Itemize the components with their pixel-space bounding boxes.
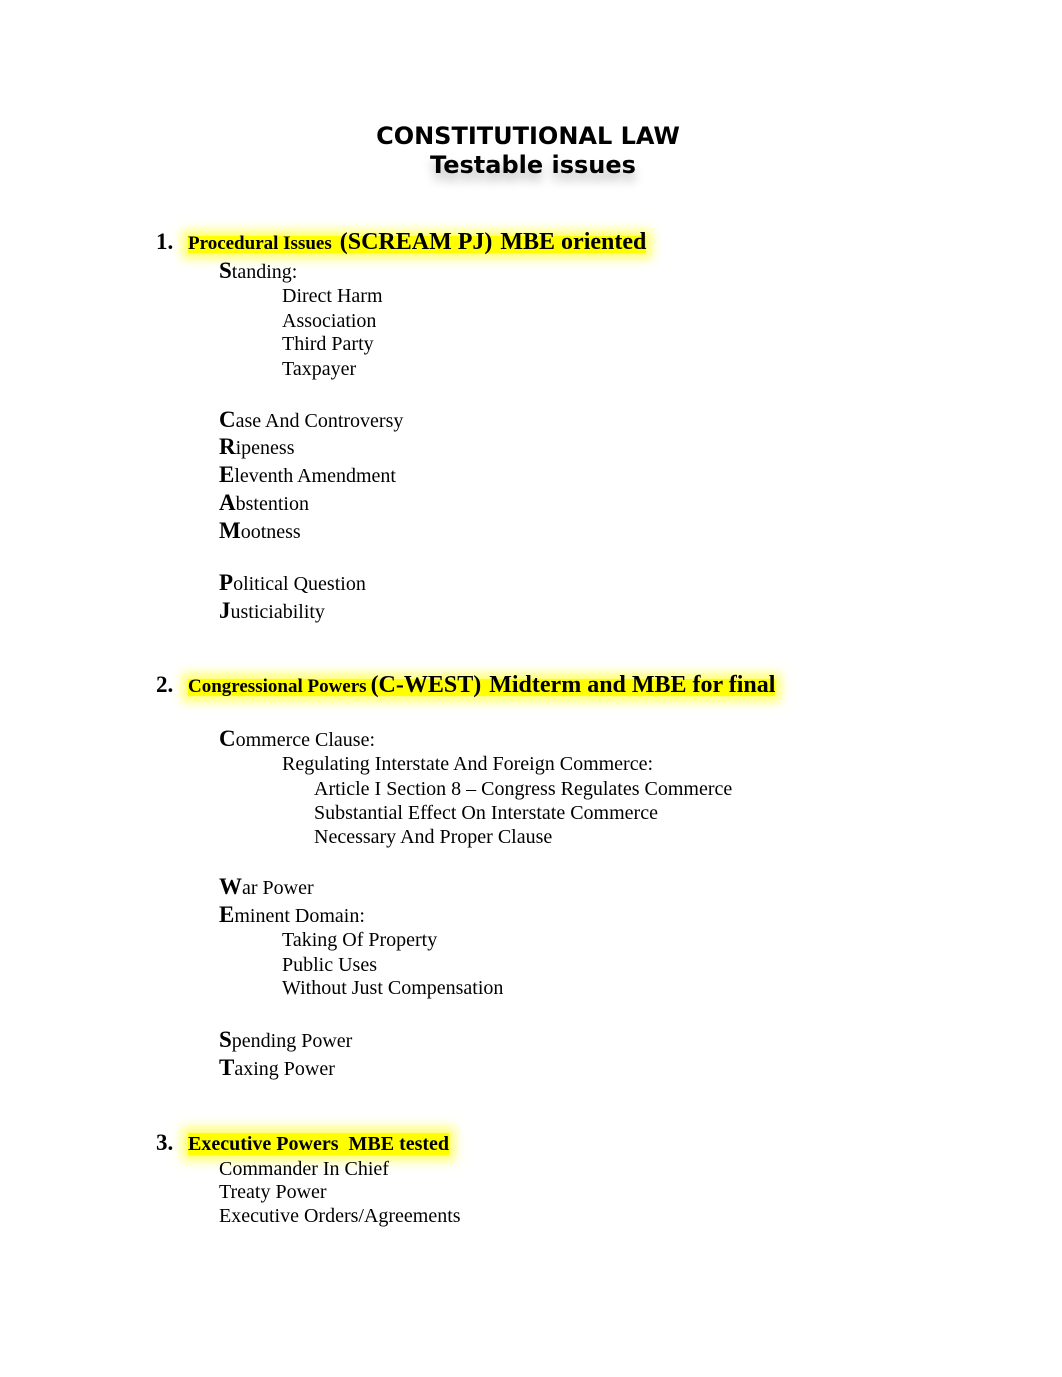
section-heading-text: Executive Powers [188,1133,339,1155]
list-item-justiciability: Justiciability [219,599,325,624]
acronym-letter: S [219,1027,232,1052]
item-text: axing Power [234,1058,335,1080]
list-item-war: War Power [219,875,314,900]
item-text: ommerce Clause: [235,729,376,751]
list-item-commerce: Commerce Clause: [219,727,375,752]
item-text: usticiability [230,601,325,623]
list-item: Treaty Power [219,1181,327,1203]
list-subitem: Taking Of Property [282,929,438,951]
acronym-letter: C [219,726,236,751]
section-3-heading: 3. Executive Powers MBE tested [156,1130,450,1156]
acronym-letter: M [219,518,241,543]
item-text: ase And Controversy [235,410,404,432]
acronym-letter: P [219,570,234,595]
list-subitem: Public Uses [282,954,377,976]
section-note: MBE oriented [500,229,647,255]
item-text: ar Power [242,877,314,899]
list-item-standing: Standing: [219,259,297,284]
section-heading-text: Procedural Issues [188,233,332,254]
list-subitem: Association [282,310,377,332]
section-number: 2. [156,672,174,697]
section-acronym: (SCREAM PJ) [339,229,493,255]
list-item-eleventh: Eleventh Amendment [219,463,396,488]
subtitle-text: Testable issues [430,151,636,179]
section-1-heading: 1. Procedural Issues (SCREAM PJ) MBE orie… [156,229,647,256]
list-item-spending: Spending Power [219,1028,352,1053]
section-acronym: (C-WEST) [370,672,482,698]
item-text: tanding: [231,261,298,283]
list-item: Executive Orders/Agreements [219,1205,461,1227]
list-subsubitem: Substantial Effect On Interstate Commerc… [314,802,658,824]
section-highlight: Executive Powers MBE tested [188,1133,450,1155]
acronym-letter: A [219,490,236,515]
acronym-letter: E [219,902,235,927]
list-item-eminent: Eminent Domain: [219,903,365,928]
document-subtitle: Testable issues [2,150,1062,180]
list-item-political: Political Question [219,571,366,596]
acronym-letter: J [219,598,231,623]
title-text: CONSTITUTIONAL LAW [376,122,680,150]
section-note: MBE tested [348,1133,450,1155]
list-item-taxing: Taxing Power [219,1056,335,1081]
list-item-abstention: Abstention [219,491,309,516]
acronym-letter: C [219,407,236,432]
list-item-case: Case And Controversy [219,408,403,433]
section-2-heading: 2. Congressional Powers (C-WEST) Midterm … [156,672,776,699]
section-highlight: Congressional Powers (C-WEST) Midterm an… [188,672,776,698]
section-heading-text: Congressional Powers [188,676,367,697]
acronym-letter: E [219,462,235,487]
item-text: olitical Question [233,573,366,595]
list-subitem: Taxpayer [282,358,357,380]
list-item-mootness: Mootness [219,519,301,544]
list-item-ripeness: Ripeness [219,435,295,460]
section-number: 1. [156,229,174,254]
section-number: 3. [156,1130,174,1155]
list-subitem: Regulating Interstate And Foreign Commer… [282,753,654,775]
item-text: minent Domain: [234,905,365,927]
acronym-letter: W [219,874,242,899]
list-subitem: Without Just Compensation [282,977,504,999]
acronym-letter: T [219,1055,235,1080]
list-subitem: Direct Harm [282,285,383,307]
list-subsubitem: Necessary And Proper Clause [314,826,553,848]
item-text: ootness [240,521,301,543]
list-subitem: Third Party [282,333,374,355]
document-title: CONSTITUTIONAL LAW [0,121,1059,151]
list-subsubitem: Article I Section 8 – Congress Regulates… [314,778,733,800]
acronym-letter: S [219,258,232,283]
item-text: bstention [235,493,309,515]
item-text: pending Power [231,1030,353,1052]
item-text: ipeness [235,437,295,459]
section-note: Midterm and MBE for final [489,672,776,698]
list-item: Commander In Chief [219,1158,389,1180]
item-text: leventh Amendment [234,465,396,487]
acronym-letter: R [219,434,236,459]
section-highlight: Procedural Issues (SCREAM PJ) MBE orient… [188,229,647,255]
